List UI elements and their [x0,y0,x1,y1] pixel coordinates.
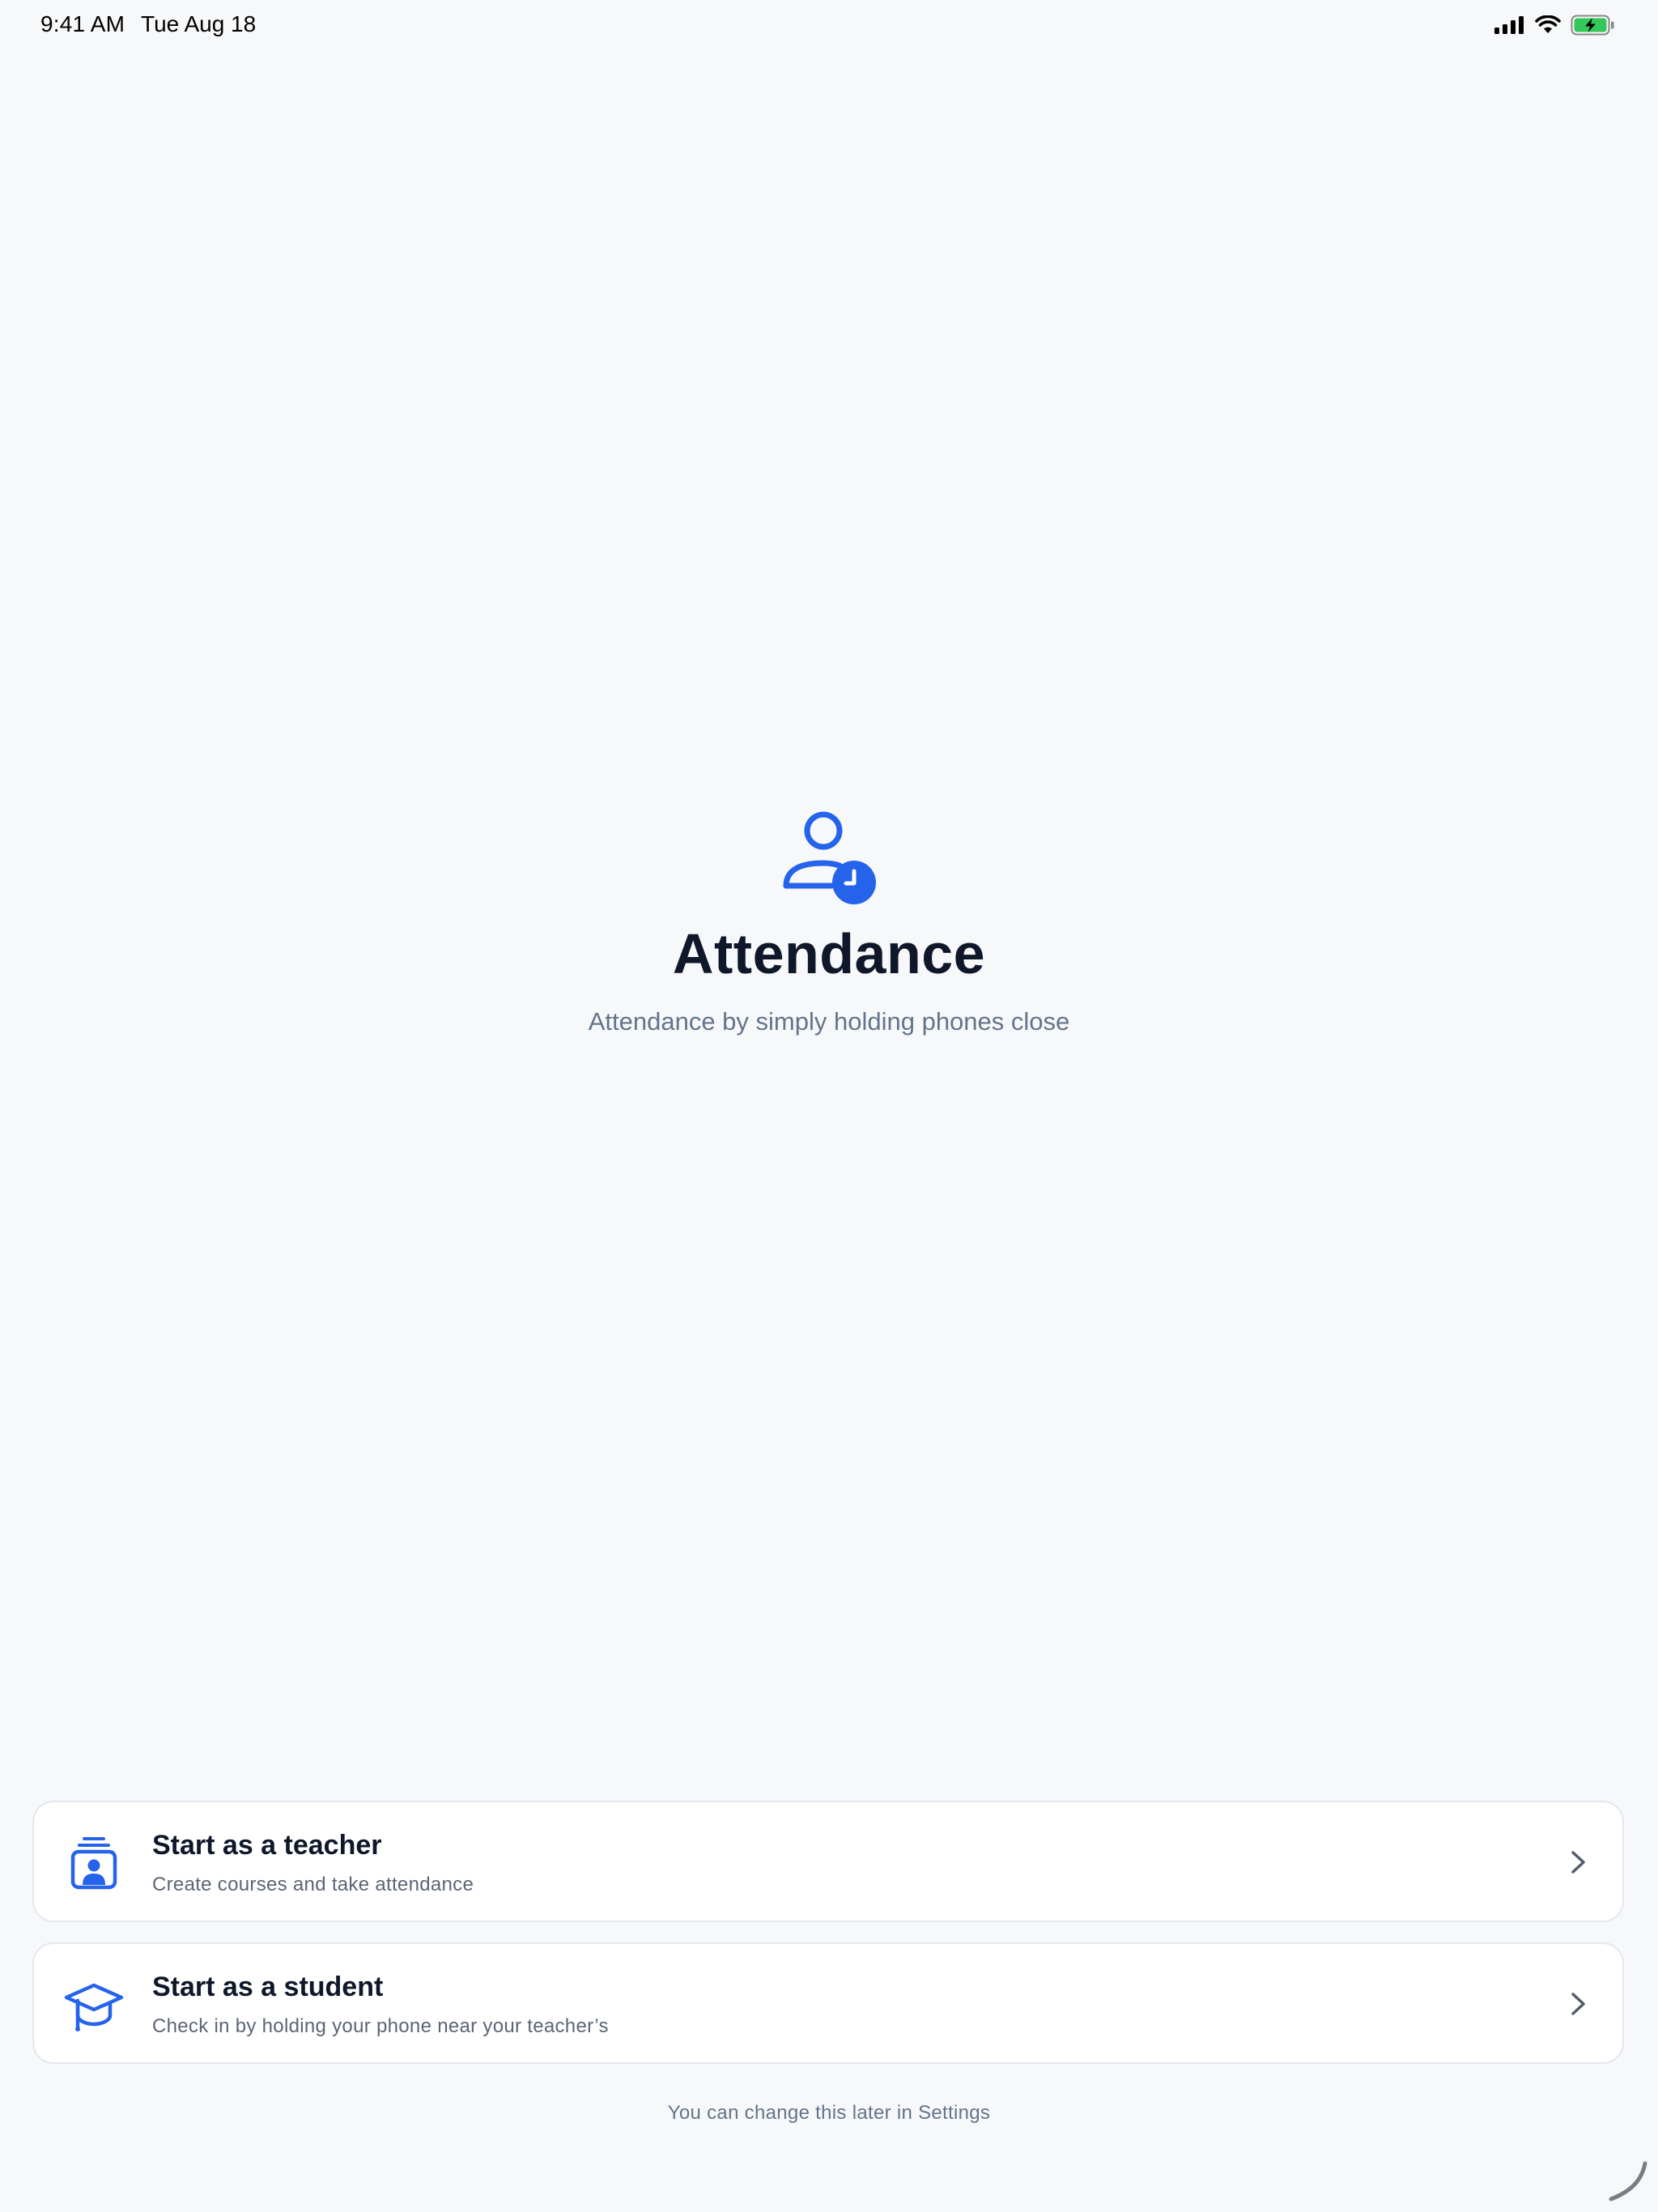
start-as-teacher-button[interactable]: Start as a teacher Create courses and ta… [32,1801,1624,1922]
app-subtitle: Attendance by simply holding phones clos… [588,1007,1070,1036]
battery-charging-icon [1571,15,1614,36]
user-clock-icon [783,811,876,904]
status-bar: 9:41 AM Tue Aug 18 [0,0,1658,52]
student-title: Start as a student [152,1972,384,2002]
settings-footnote: You can change this later in Settings [667,2102,991,2124]
chevron-right-icon [1571,1993,1585,2015]
student-description: Check in by holding your phone near your… [152,2015,609,2037]
status-time: 9:41 AM [40,11,125,36]
hero: Attendance Attendance by simply holding … [0,802,1658,1036]
corner-gesture-indicator [1609,2161,1647,2201]
graduation-cap-icon [65,1983,123,2031]
status-icons [1494,13,1616,37]
app-title: Attendance [672,922,986,985]
teacher-title: Start as a teacher [152,1830,382,1861]
status-date: Tue Aug 18 [141,11,257,36]
chevron-right-icon [1571,1851,1585,1874]
wifi-icon [1535,15,1561,33]
teacher-description: Create courses and take attendance [152,1874,474,1895]
start-as-student-button[interactable]: Start as a student Check in by holding y… [32,1942,1624,2064]
teacher-badge-icon [70,1837,117,1890]
cellular-signal-icon [1494,16,1524,34]
